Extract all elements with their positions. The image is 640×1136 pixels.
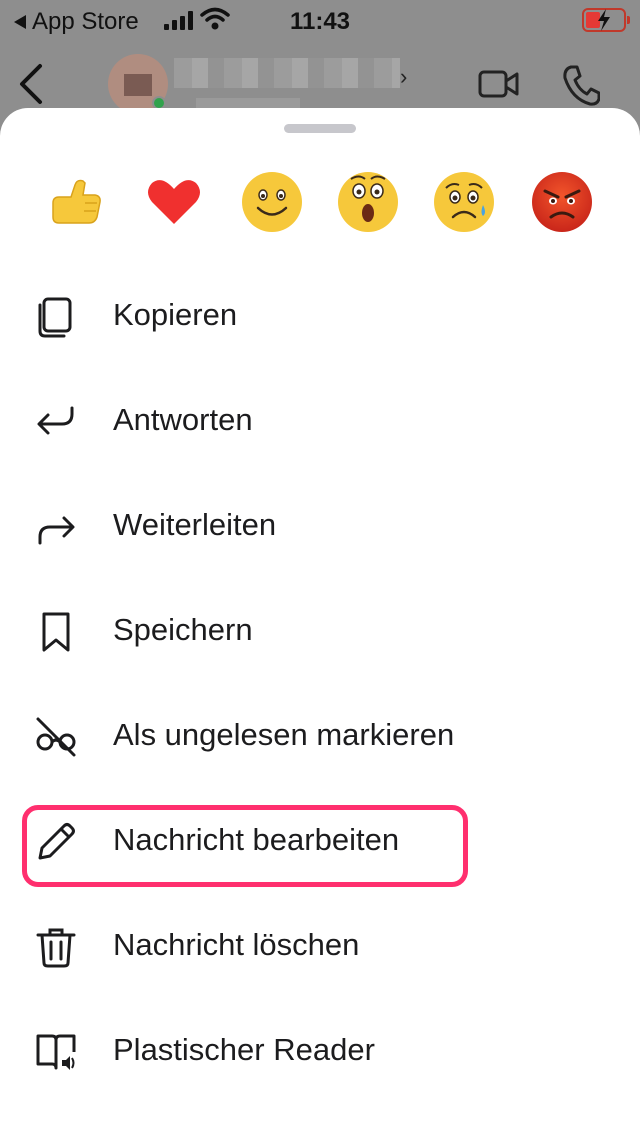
avatar-pixelated xyxy=(124,74,152,96)
thumbs-up-icon xyxy=(52,179,101,224)
menu-item-label: Als ungelesen markieren xyxy=(113,717,455,752)
menu-item-label: Weiterleiten xyxy=(113,507,277,542)
chevron-right-icon: › xyxy=(400,64,408,89)
menu-item-reply[interactable]: Antworten xyxy=(0,368,640,473)
menu-item-label: Antworten xyxy=(113,402,253,437)
reaction-wow[interactable] xyxy=(336,170,400,234)
unread-glasses-icon xyxy=(36,717,76,757)
reaction-angry[interactable] xyxy=(530,170,594,234)
immersive-reader-icon xyxy=(36,1034,76,1070)
status-time: 11:43 xyxy=(289,8,351,35)
message-actions-sheet: Kopieren Antworten Weiterleiten Speicher… xyxy=(0,108,640,1136)
menu-item-forward[interactable]: Weiterleiten xyxy=(0,473,640,578)
reaction-heart[interactable] xyxy=(142,170,206,234)
heart-icon xyxy=(148,180,200,224)
video-call-icon[interactable] xyxy=(478,68,520,100)
smile-face-icon xyxy=(242,172,302,232)
sad-face-icon xyxy=(434,172,494,232)
menu-item-immersive-reader[interactable]: Plastischer Reader xyxy=(0,998,640,1103)
menu-item-save[interactable]: Speichern xyxy=(0,578,640,683)
menu-item-delete-message[interactable]: Nachricht löschen xyxy=(0,893,640,998)
trash-icon xyxy=(36,928,76,968)
menu-item-mark-unread[interactable]: Als ungelesen markieren xyxy=(0,683,640,788)
back-chevron-icon[interactable] xyxy=(16,62,46,106)
wow-face-icon xyxy=(338,172,398,232)
sheet-grabber-handle[interactable] xyxy=(284,124,356,133)
angry-face-icon xyxy=(532,172,592,232)
menu-item-copy[interactable]: Kopieren xyxy=(0,263,640,368)
forward-icon xyxy=(38,516,75,545)
reaction-sad[interactable] xyxy=(432,170,496,234)
menu-item-label: Kopieren xyxy=(113,297,238,332)
reply-icon xyxy=(37,406,74,435)
menu-item-label: Nachricht löschen xyxy=(113,927,360,962)
menu-item-label: Plastischer Reader xyxy=(113,1032,375,1067)
phone-call-icon[interactable] xyxy=(562,64,600,106)
reaction-thumbs-up[interactable] xyxy=(44,170,108,234)
highlight-annotation-box xyxy=(22,805,468,887)
battery-charging-icon xyxy=(582,8,630,32)
menu-item-label: Speichern xyxy=(113,612,253,647)
contact-name-blurred[interactable] xyxy=(174,58,400,88)
status-bar: App Store 11:43 xyxy=(0,0,640,40)
bookmark-icon xyxy=(42,612,70,652)
copy-icon xyxy=(38,297,72,338)
reaction-smile[interactable] xyxy=(240,170,304,234)
contact-status-blurred xyxy=(196,98,300,108)
reaction-bar xyxy=(0,170,640,234)
